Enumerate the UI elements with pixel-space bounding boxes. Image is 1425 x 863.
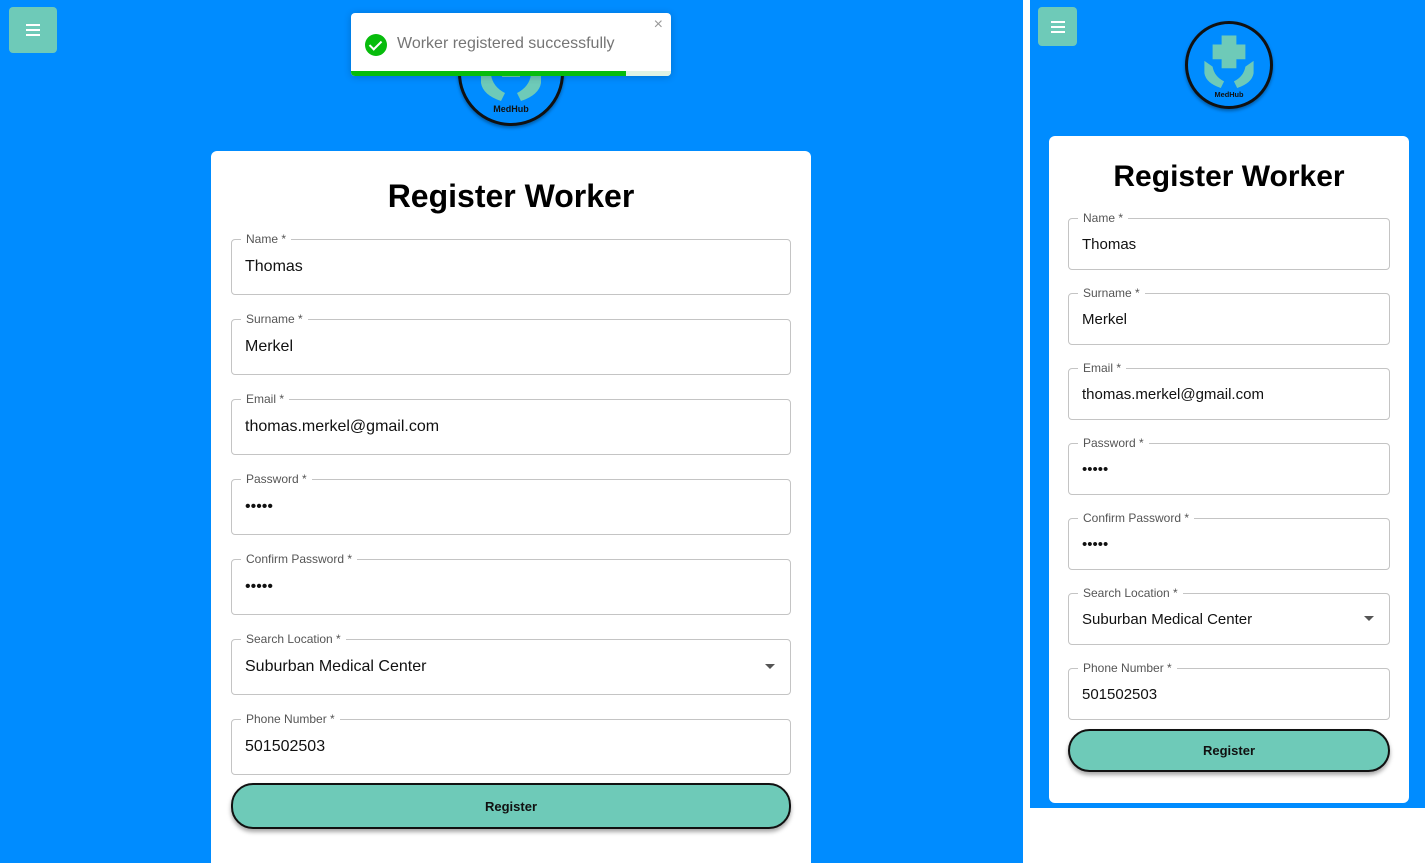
name-field[interactable]: Name * Thomas: [1068, 211, 1390, 270]
field-value: •••••: [1082, 535, 1109, 553]
success-toast: Worker registered successfully ×: [351, 13, 671, 76]
password-field[interactable]: Password * •••••: [1068, 436, 1390, 495]
dropdown-arrow-icon[interactable]: [765, 664, 775, 669]
field-value: Merkel: [1082, 310, 1128, 328]
hamburger-icon: [1050, 20, 1065, 33]
email-field[interactable]: Email * thomas.merkel@gmail.com: [1068, 361, 1390, 420]
medhub-logo: MedHub: [1185, 21, 1273, 109]
hamburger-icon: [26, 24, 40, 36]
desktop-view: MedHub Worker registered successfully × …: [0, 0, 1023, 863]
name-field[interactable]: Name * Thomas: [231, 232, 791, 295]
field-value: Thomas: [1082, 235, 1137, 253]
logo-text: MedHub: [493, 104, 529, 114]
register-button[interactable]: Register: [231, 783, 791, 829]
phone-field[interactable]: Phone Number * 501502503: [231, 712, 791, 775]
field-value: Suburban Medical Center: [1082, 610, 1253, 628]
surname-field[interactable]: Surname * Merkel: [1068, 286, 1390, 345]
medical-cross-hands-icon: MedHub: [1204, 35, 1254, 99]
register-button[interactable]: Register: [1068, 729, 1390, 772]
confirm-password-field[interactable]: Confirm Password * •••••: [231, 552, 791, 615]
location-select[interactable]: Search Location * Suburban Medical Cente…: [1068, 586, 1390, 645]
password-field[interactable]: Password * •••••: [231, 472, 791, 535]
confirm-password-field[interactable]: Confirm Password * •••••: [1068, 511, 1390, 570]
form-title: Register Worker: [1113, 160, 1345, 193]
location-select[interactable]: Search Location * Suburban Medical Cente…: [231, 632, 791, 695]
toast-progress-bar: [351, 71, 627, 76]
check-circle-icon: [365, 34, 387, 56]
phone-field[interactable]: Phone Number * 501502503: [1068, 661, 1390, 720]
form-title: Register Worker: [387, 178, 635, 214]
field-value: Suburban Medical Center: [245, 658, 427, 675]
toast-message: Worker registered successfully: [397, 35, 615, 52]
menu-button[interactable]: [1038, 7, 1077, 46]
register-card: Register Worker Name * Thomas Surname * …: [211, 151, 811, 863]
dropdown-arrow-icon[interactable]: [1364, 616, 1374, 621]
email-field[interactable]: Email * thomas.merkel@gmail.com: [231, 392, 791, 455]
register-card: Register Worker Name * Thomas Surname * …: [1049, 136, 1409, 803]
field-value: •••••: [1082, 460, 1109, 478]
mobile-view: MedHub Register Worker Name * Thomas Sur…: [1030, 0, 1425, 808]
field-value: Merkel: [245, 338, 294, 355]
field-value: Thomas: [245, 258, 303, 275]
logo-text: MedHub: [1214, 90, 1244, 99]
surname-field[interactable]: Surname * Merkel: [231, 312, 791, 375]
field-value: thomas.merkel@gmail.com: [245, 418, 440, 435]
field-value: thomas.merkel@gmail.com: [1082, 385, 1264, 403]
field-value: •••••: [245, 578, 274, 595]
close-icon[interactable]: ×: [654, 17, 663, 33]
toast-progress-track: [351, 71, 671, 76]
field-value: 501502503: [245, 738, 326, 755]
field-value: •••••: [245, 498, 274, 515]
menu-button[interactable]: [9, 7, 57, 53]
field-value: 501502503: [1082, 685, 1158, 703]
